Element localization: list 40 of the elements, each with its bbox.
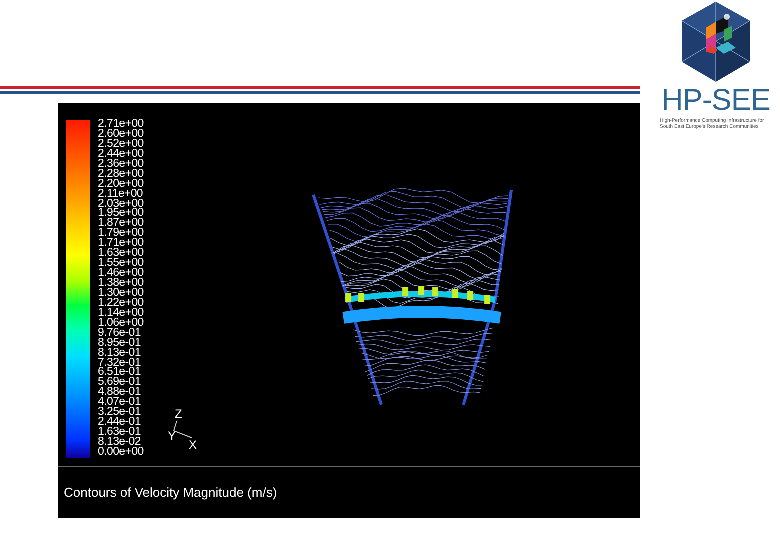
axis-label: X: [189, 439, 198, 451]
cube-logo-icon: [680, 0, 752, 84]
legend-label: 9.76e-01: [98, 328, 142, 339]
legend-label: 6.51e-01: [98, 368, 142, 378]
legend-label: 4.07e-01: [98, 398, 142, 408]
legend-label: 0.00e+00: [98, 448, 144, 458]
legend-label: 7.32e-01: [98, 358, 142, 368]
legend-label: 8.13e-02: [98, 438, 141, 448]
legend-label: 2.44e+00: [98, 150, 144, 160]
legend-label: 1.63e-01: [98, 428, 142, 438]
axis-label: Y: [168, 430, 176, 442]
legend-label: 1.79e+00: [98, 229, 144, 240]
legend-label: 2.20e+00: [98, 180, 144, 190]
legend-label: 2.11e+00: [98, 190, 144, 200]
legend-label: 3.25e-01: [98, 408, 142, 418]
legend-label: 1.95e+00: [98, 209, 144, 220]
legend-label: 2.36e+00: [98, 160, 144, 170]
axis-label: Z: [175, 408, 182, 420]
legend-label: 8.13e-01: [98, 348, 142, 358]
legend-label: 8.95e-01: [98, 338, 142, 349]
legend-label: 1.63e+00: [98, 249, 144, 260]
plot-caption: Contours of Velocity Magnitude (m/s): [64, 484, 278, 502]
legend-label: 2.03e+00: [98, 200, 144, 210]
legend-label: 1.30e+00: [98, 288, 144, 299]
legend-label: 1.71e+00: [98, 239, 144, 250]
legend-label: 2.28e+00: [98, 170, 144, 180]
legend-label: 1.22e+00: [98, 298, 144, 309]
legend-label: 2.44e-01: [98, 418, 142, 428]
legend-label: 2.71e+00: [98, 120, 144, 130]
legend-label: 1.06e+00: [98, 318, 144, 329]
legend-label: 1.38e+00: [98, 279, 144, 289]
legend-label: 1.87e+00: [98, 219, 144, 230]
legend-label: 2.52e+00: [98, 140, 144, 150]
legend-label: 1.55e+00: [98, 259, 144, 270]
legend-label: 1.46e+00: [98, 269, 144, 279]
legend-label: 2.60e+00: [98, 130, 144, 140]
logo-wordmark: HP-SEE: [662, 86, 770, 116]
legend-label: 5.69e-01: [98, 378, 142, 388]
legend-label: 4.88e-01: [98, 388, 142, 398]
legend-label: 1.14e+00: [98, 308, 144, 319]
